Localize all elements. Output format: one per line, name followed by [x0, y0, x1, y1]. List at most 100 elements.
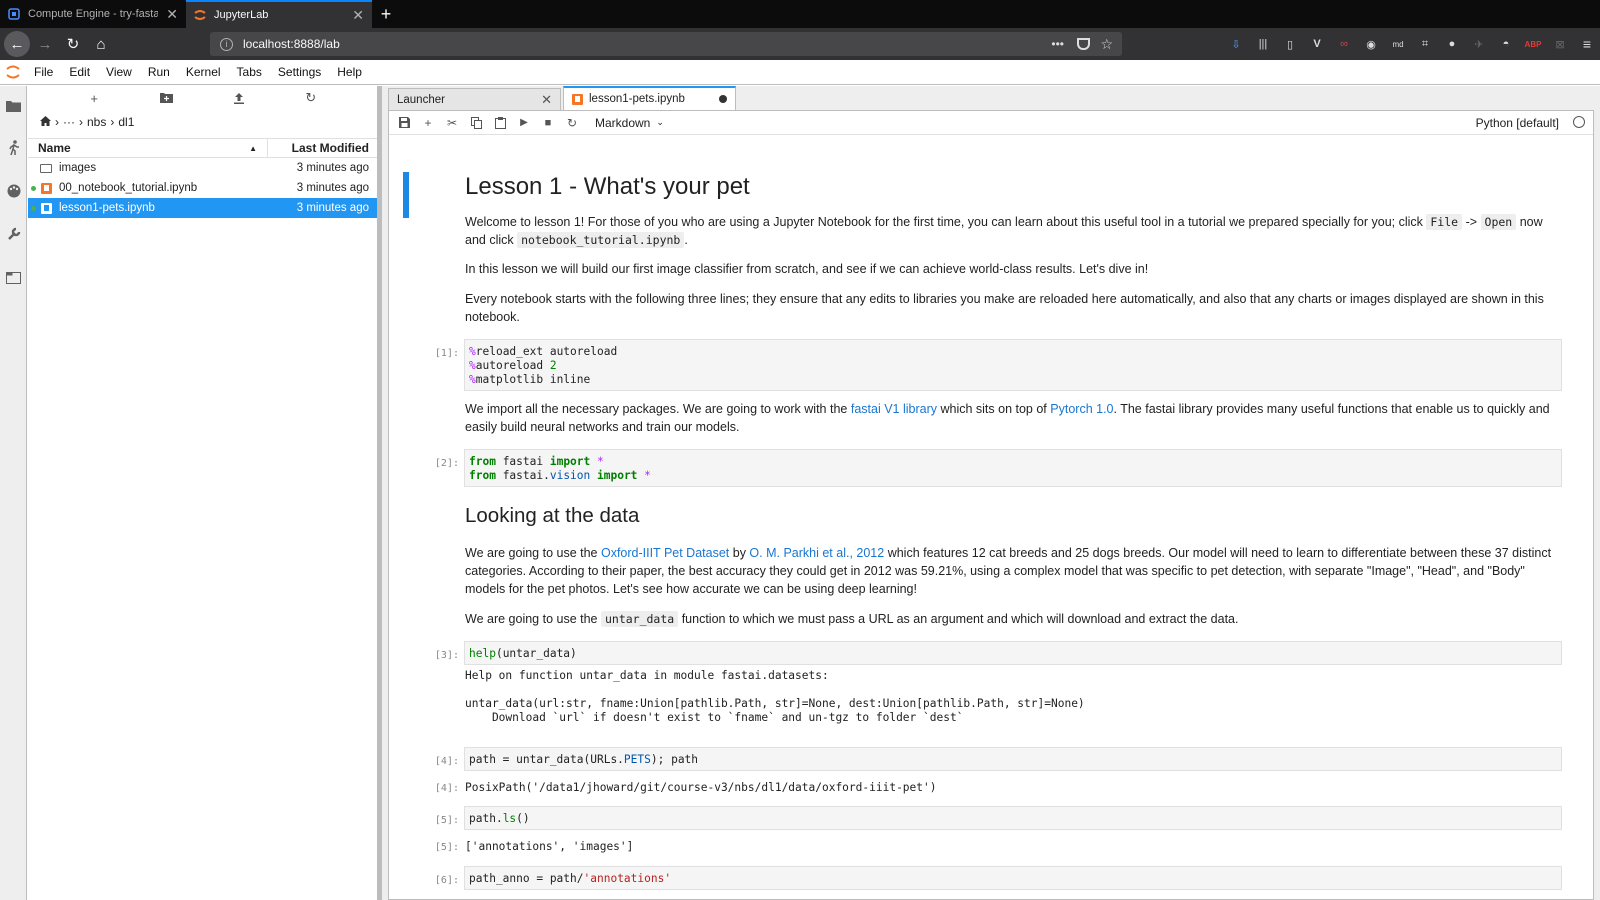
browser-tab-jupyterlab[interactable]: JupyterLab ✕ [186, 0, 372, 28]
restart-icon[interactable]: ↻ [561, 113, 583, 133]
menu-help[interactable]: Help [329, 65, 370, 79]
new-folder-icon[interactable] [156, 88, 176, 108]
markdown-cell-imports[interactable]: We import all the necessary packages. We… [465, 400, 1565, 436]
download-icon[interactable]: ⇩ [1227, 35, 1245, 53]
kernel-name[interactable]: Python [default] [1476, 116, 1559, 130]
file-row-notebook-tutorial[interactable]: 00_notebook_tutorial.ipynb 3 minutes ago [28, 178, 377, 198]
url-bar[interactable]: i localhost:8888/lab ••• ☆ [210, 32, 1122, 56]
code-cell-4[interactable]: path = untar_data(URLs.PETS); path [464, 747, 1562, 771]
running-icon[interactable] [5, 139, 22, 156]
link-fastai-library[interactable]: fastai V1 library [851, 402, 937, 416]
wrench-icon[interactable] [5, 225, 22, 242]
upload-icon[interactable] [229, 88, 249, 108]
paragraph: We are going to use the Oxford-IIIT Pet … [465, 546, 1552, 596]
home-folder-icon[interactable] [40, 115, 51, 129]
browser-tab-compute-engine[interactable]: Compute Engine - try-fastai - C ✕ [0, 0, 186, 28]
file-name: images [59, 162, 97, 174]
file-modified: 3 minutes ago [296, 162, 369, 174]
breadcrumb-dl1[interactable]: dl1 [118, 115, 134, 129]
hamburger-menu-icon[interactable]: ≡ [1578, 35, 1596, 53]
new-tab-icon[interactable]: + [372, 0, 400, 28]
code-cell-1[interactable]: %reload_ext autoreload %autoreload 2 %ma… [464, 339, 1562, 391]
extension-incognito-icon[interactable]: ◓ [1497, 35, 1515, 53]
breadcrumb-nbs[interactable]: nbs [87, 115, 106, 129]
crop-icon[interactable]: ⌗ [1416, 35, 1434, 53]
unsaved-indicator-icon[interactable] [719, 95, 727, 103]
menu-run[interactable]: Run [140, 65, 178, 79]
copy-icon[interactable] [465, 113, 487, 133]
column-header-modified[interactable]: Last Modified [268, 139, 377, 157]
adblock-icon[interactable]: ABP [1524, 35, 1542, 53]
back-arrow-icon[interactable]: ← [4, 31, 30, 57]
tab-lesson1-pets[interactable]: lesson1-pets.ipynb [563, 86, 736, 110]
bookmark-star-icon[interactable]: ☆ [1100, 36, 1113, 53]
file-row-lesson1-pets[interactable]: lesson1-pets.ipynb 3 minutes ago [28, 198, 377, 218]
menu-file[interactable]: File [26, 65, 61, 79]
close-tab-icon[interactable]: ✕ [166, 6, 178, 23]
markdown-cell-intro[interactable]: Welcome to lesson 1! For those of you wh… [465, 213, 1565, 249]
tab-title: Launcher [397, 93, 445, 106]
cell-prompt: [3]: [434, 650, 459, 661]
menu-tabs[interactable]: Tabs [229, 65, 270, 79]
new-launcher-icon[interactable]: + [84, 88, 104, 108]
forward-arrow-icon[interactable]: → [32, 31, 58, 57]
tabs-icon[interactable] [5, 269, 22, 286]
page-actions-icon[interactable]: ••• [1051, 37, 1064, 51]
notebook-content[interactable]: Lesson 1 - What's your pet Welcome to le… [389, 136, 1593, 899]
link-parkhi-paper[interactable]: O. M. Parkhi et al., 2012 [749, 546, 884, 560]
pocket-icon[interactable] [1077, 38, 1090, 50]
code-cell-5[interactable]: path.ls() [464, 806, 1562, 830]
home-icon[interactable]: ⌂ [88, 31, 114, 57]
notebook-title: Lesson 1 - What's your pet [465, 173, 750, 200]
folder-icon[interactable] [5, 97, 22, 114]
code-cell-2[interactable]: from fastai import * from fastai.vision … [464, 449, 1562, 487]
paste-icon[interactable] [489, 113, 511, 133]
reload-icon[interactable]: ↻ [60, 31, 86, 57]
markdown-cell-title[interactable]: Lesson 1 - What's your pet [465, 172, 1565, 202]
breadcrumb-ellipsis[interactable]: ··· [63, 115, 75, 129]
notebook-icon [40, 202, 52, 214]
menu-edit[interactable]: Edit [61, 65, 98, 79]
file-modified: 3 minutes ago [296, 182, 369, 194]
extension-v-icon[interactable]: V [1308, 35, 1326, 53]
close-icon[interactable]: ✕ [541, 92, 552, 108]
markdown-cell-lesson[interactable]: In this lesson we will build our first i… [465, 260, 1565, 278]
extension-bird-icon[interactable]: ✈ [1470, 35, 1488, 53]
browser-tab-title: JupyterLab [214, 9, 269, 21]
tab-launcher[interactable]: Launcher ✕ [388, 88, 561, 110]
close-tab-icon[interactable]: ✕ [352, 7, 364, 24]
cell-prompt: [6]: [434, 875, 459, 886]
notebook-toolbar: + ✂ ▶ ■ ↻ Markdown ⌄ Python [default] [389, 111, 1593, 135]
extension-md-icon[interactable]: md [1389, 35, 1407, 53]
file-row-images[interactable]: images 3 minutes ago [28, 158, 377, 178]
cut-icon[interactable]: ✂ [441, 113, 463, 133]
stop-icon[interactable]: ■ [537, 113, 559, 133]
sidebar-icon[interactable]: ▯ [1281, 35, 1299, 53]
breadcrumb: › ··· › nbs › dl1 [28, 110, 377, 134]
extension-link-icon[interactable]: ∞ [1335, 35, 1353, 53]
refresh-icon[interactable]: ↻ [301, 88, 321, 108]
column-header-name[interactable]: Name ▲ [28, 139, 268, 157]
site-info-icon[interactable]: i [220, 37, 233, 51]
run-icon[interactable]: ▶ [513, 113, 535, 133]
extension-info-icon[interactable]: ● [1443, 35, 1461, 53]
markdown-cell-section[interactable]: Looking at the data [465, 502, 1565, 530]
library-icon[interactable]: ||| [1254, 35, 1272, 53]
menu-kernel[interactable]: Kernel [178, 65, 229, 79]
insert-cell-icon[interactable]: + [417, 113, 439, 133]
save-icon[interactable] [393, 113, 415, 133]
extension-evernote-icon[interactable]: ◉ [1362, 35, 1380, 53]
code-cell-6[interactable]: path_anno = path/'annotations' [464, 866, 1562, 890]
menu-settings[interactable]: Settings [270, 65, 329, 79]
cell-output-5: ['annotations', 'images'] [465, 840, 634, 853]
link-pytorch[interactable]: Pytorch 1.0 [1050, 402, 1113, 416]
extension-grid-icon[interactable]: ⊠ [1551, 35, 1569, 53]
menu-view[interactable]: View [98, 65, 140, 79]
markdown-cell-dataset[interactable]: We are going to use the Oxford-IIIT Pet … [465, 544, 1565, 598]
markdown-cell-untar[interactable]: We are going to use the untar_data funct… [465, 610, 1565, 628]
palette-icon[interactable] [5, 182, 22, 199]
link-oxford-pet-dataset[interactable]: Oxford-IIIT Pet Dataset [601, 546, 729, 560]
cell-type-dropdown[interactable]: Markdown ⌄ [595, 116, 664, 130]
code-cell-3[interactable]: help(untar_data) [464, 641, 1562, 665]
markdown-cell-notebook-start[interactable]: Every notebook starts with the following… [465, 290, 1565, 326]
